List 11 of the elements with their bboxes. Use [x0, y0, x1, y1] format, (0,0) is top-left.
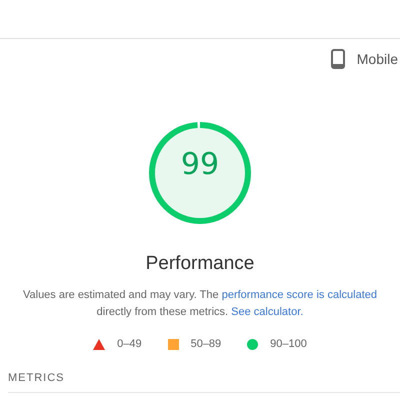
- section-heading: METRICS: [8, 372, 66, 384]
- phone-icon: [330, 49, 345, 69]
- legend-label: 90–100: [270, 338, 307, 350]
- description-text: Values are estimated and may vary. The performance score is calculated directly from these metrics. See calculator.: [22, 288, 377, 320]
- device-label[interactable]: Mobile: [356, 51, 398, 67]
- legend-label: 50–89: [190, 338, 222, 350]
- calculator-link[interactable]: See calculator.: [231, 306, 304, 318]
- legend-label: 0–49: [117, 338, 142, 350]
- score-value: 99: [180, 147, 220, 182]
- score-link[interactable]: performance score is calculated: [222, 289, 377, 301]
- gauge-title: Performance: [146, 253, 254, 275]
